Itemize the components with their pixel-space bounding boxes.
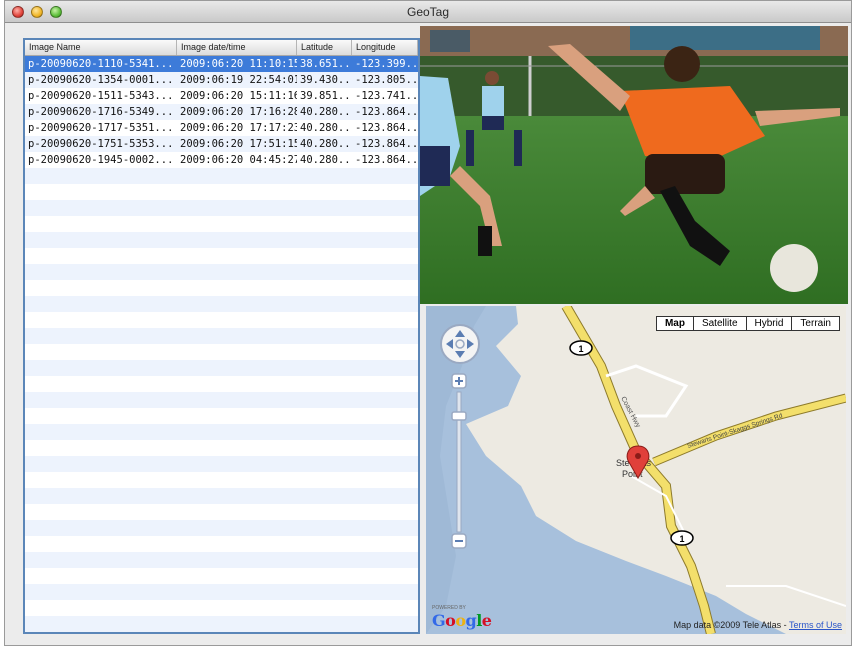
table-row[interactable]: p-20090620-1717-5351... 2009:06:20 17:17… bbox=[25, 120, 418, 136]
cell-latitude: 40.280... bbox=[300, 154, 352, 166]
zoom-in-icon[interactable] bbox=[451, 373, 467, 389]
cell-image-datetime: 2009:06:20 11:10:15 bbox=[180, 58, 297, 70]
column-header-longitude[interactable]: Longitude bbox=[352, 40, 418, 55]
cell-longitude: -123.864... bbox=[355, 122, 418, 134]
google-logo[interactable]: POWERED BY Google bbox=[432, 605, 492, 630]
table-row[interactable]: p-20090620-1945-0002... 2009:06:20 04:45… bbox=[25, 152, 418, 168]
table-row[interactable]: p-20090620-1110-5341... 2009:06:20 11:10… bbox=[25, 56, 418, 72]
svg-text:1: 1 bbox=[679, 534, 684, 544]
cell-longitude: -123.805... bbox=[355, 74, 418, 86]
cell-longitude: -123.864... bbox=[355, 154, 418, 166]
cell-image-datetime: 2009:06:20 17:17:23 bbox=[180, 122, 297, 134]
cell-image-name: p-20090620-1716-5349... bbox=[28, 106, 174, 118]
cell-image-name: p-20090620-1511-5343... bbox=[28, 90, 174, 102]
map-view[interactable]: 1 1 Coast Hwy Stewarts Point-Skaggs Spri… bbox=[426, 306, 846, 634]
image-table[interactable]: Image Name Image date/time Latitude Long… bbox=[23, 38, 420, 634]
cell-latitude: 38.651... bbox=[300, 58, 352, 70]
cell-image-name: p-20090620-1110-5341... bbox=[28, 58, 174, 70]
photo-preview bbox=[420, 26, 848, 304]
table-rows: p-20090620-1110-5341... 2009:06:20 11:10… bbox=[25, 56, 418, 632]
cell-longitude: -123.741... bbox=[355, 90, 418, 102]
cell-image-datetime: 2009:06:20 15:11:16 bbox=[180, 90, 297, 102]
column-header-latitude[interactable]: Latitude bbox=[297, 40, 352, 55]
column-header-image-datetime[interactable]: Image date/time bbox=[177, 40, 297, 55]
map-type-satellite-button[interactable]: Satellite bbox=[692, 316, 747, 331]
cell-latitude: 40.280... bbox=[300, 106, 352, 118]
map-canvas[interactable]: 1 1 Coast Hwy Stewarts Point-Skaggs Spri… bbox=[426, 306, 846, 634]
zoom-slider-handle[interactable] bbox=[451, 411, 467, 421]
cell-image-datetime: 2009:06:20 04:45:27 bbox=[180, 154, 297, 166]
table-row[interactable]: p-20090620-1716-5349... 2009:06:20 17:16… bbox=[25, 104, 418, 120]
cell-image-name: p-20090620-1751-5353... bbox=[28, 138, 174, 150]
svg-text:1: 1 bbox=[578, 344, 583, 354]
cell-longitude: -123.399... bbox=[355, 58, 418, 70]
cell-image-name: p-20090620-1354-0001... bbox=[28, 74, 174, 86]
column-header-image-name[interactable]: Image Name bbox=[25, 40, 177, 55]
cell-longitude: -123.864... bbox=[355, 106, 418, 118]
cell-image-datetime: 2009:06:19 22:54:01 bbox=[180, 74, 297, 86]
route-shield-icon: 1 bbox=[569, 340, 593, 356]
cell-image-datetime: 2009:06:20 17:51:15 bbox=[180, 138, 297, 150]
cell-latitude: 40.280... bbox=[300, 122, 352, 134]
cell-latitude: 39.851... bbox=[300, 90, 352, 102]
zoom-out-icon[interactable] bbox=[451, 533, 467, 549]
title-bar[interactable]: GeoTag bbox=[5, 1, 851, 23]
map-type-control: Map Satellite Hybrid Terrain bbox=[655, 316, 840, 331]
map-type-terrain-button[interactable]: Terrain bbox=[791, 316, 840, 331]
cell-latitude: 39.430... bbox=[300, 74, 352, 86]
cell-image-datetime: 2009:06:20 17:16:28 bbox=[180, 106, 297, 118]
route-shield-icon: 1 bbox=[670, 530, 694, 546]
cell-image-name: p-20090620-1945-0002... bbox=[28, 154, 174, 166]
soccer-photo bbox=[420, 26, 848, 304]
cell-longitude: -123.864... bbox=[355, 138, 418, 150]
map-navigation-control bbox=[440, 324, 484, 559]
map-attribution: Map data ©2009 Tele Atlas - Terms of Use bbox=[673, 620, 842, 630]
road-label-skaggs: Stewarts Point-Skaggs Springs Rd bbox=[686, 412, 783, 450]
terms-of-use-link[interactable]: Terms of Use bbox=[789, 620, 842, 630]
table-row[interactable]: p-20090620-1751-5353... 2009:06:20 17:51… bbox=[25, 136, 418, 152]
window-title: GeoTag bbox=[406, 5, 450, 19]
map-type-hybrid-button[interactable]: Hybrid bbox=[745, 316, 793, 331]
table-header: Image Name Image date/time Latitude Long… bbox=[25, 40, 418, 56]
pan-control-icon[interactable] bbox=[440, 324, 480, 364]
cell-latitude: 40.280... bbox=[300, 138, 352, 150]
table-row[interactable]: p-20090620-1354-0001... 2009:06:19 22:54… bbox=[25, 72, 418, 88]
table-row[interactable]: p-20090620-1511-5343... 2009:06:20 15:11… bbox=[25, 88, 418, 104]
cell-image-name: p-20090620-1717-5351... bbox=[28, 122, 174, 134]
map-type-map-button[interactable]: Map bbox=[655, 316, 694, 331]
